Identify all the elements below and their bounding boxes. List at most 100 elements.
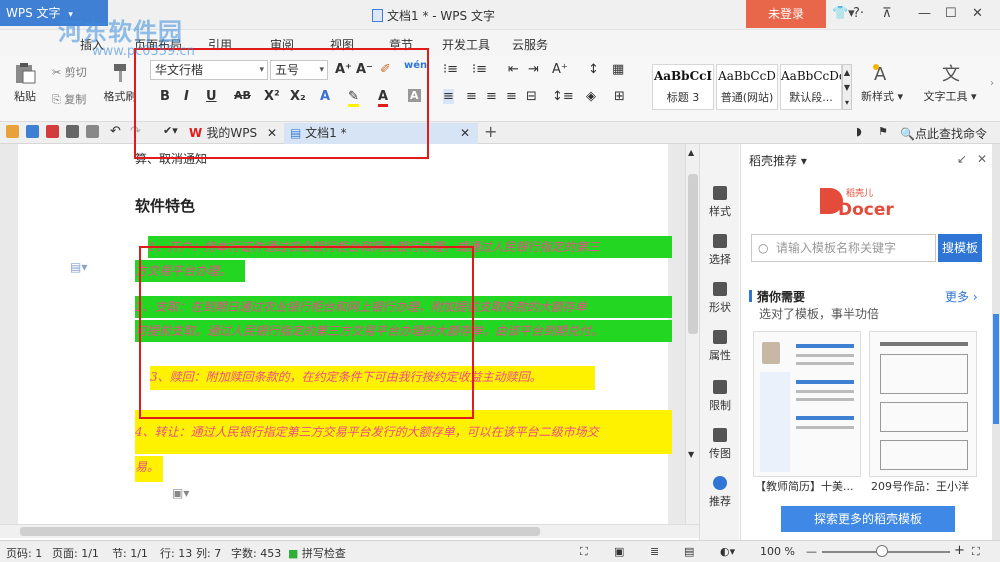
template-search-button[interactable]: 搜模板 [938,234,982,262]
paragraph-1-line-2[interactable]: 方交易平台办理。 [135,260,245,282]
template-search-input[interactable]: ○ 请输入模板名称关键字 [751,234,936,262]
table-icon[interactable]: ▦ [612,62,624,77]
char-shading-button[interactable]: A [408,89,421,102]
new-tab-icon[interactable]: + [484,122,497,141]
phonetic-guide-icon[interactable]: wén [404,60,427,71]
underline-button[interactable]: U [206,89,217,104]
login-button[interactable]: 未登录 [746,0,826,28]
close-icon[interactable]: ✕ [972,6,983,21]
sidebar-item-restrict[interactable]: 限制 [700,380,740,413]
sidebar-item-recommend[interactable]: 推荐 [700,476,740,509]
bold-button[interactable]: B [160,89,170,104]
paragraph-1-line-1[interactable]: 1、开户：持本行证件通过农业银行柜台和网上银行办理，或通过人民银行指定的第三 [148,236,672,258]
more-link[interactable]: 更多 › [945,288,978,305]
close-icon[interactable]: ✕ [267,123,277,143]
chinese-layout-icon[interactable]: A⁺ [552,62,568,77]
horizontal-scrollbar[interactable] [0,524,699,538]
shrink-font-icon[interactable]: A⁻ [356,62,373,77]
font-color-button[interactable]: A [378,89,389,107]
paste-options-icon[interactable]: ▣▾ [172,486,189,500]
tab-chapter[interactable]: 章节 [389,36,413,53]
align-left-icon[interactable]: ≡ [443,89,454,104]
paragraph-3-line-1[interactable]: 3、赎回：附加赎回条款的，在约定条件下可由我行按约定收益主动赎回。 [150,366,595,390]
save-icon[interactable] [26,125,39,138]
template-caption[interactable]: 【教师简历】十美... [755,478,863,494]
tab-cloud[interactable]: 云服务 [512,36,548,53]
italic-button[interactable]: I [184,89,189,104]
status-word-count[interactable]: 字数: 453 [231,545,281,561]
scroll-thumb[interactable] [993,314,999,424]
paragraph-2-line-1[interactable]: 2、支取：在到期日通过农业银行柜台和网上银行办理，附加提前支取条款的大额存单 [135,296,672,318]
zoom-in-icon[interactable]: + [954,543,965,558]
open-folder-icon[interactable] [6,125,19,138]
cut-button[interactable]: ✂ 剪切 [52,64,87,80]
redo-icon[interactable]: ↷ [130,124,141,139]
print-preview-icon[interactable] [86,125,99,138]
tab-view[interactable]: 视图 [330,36,354,53]
customize-toolbar-icon[interactable]: ✔▾ [163,124,178,137]
tab-review[interactable]: 审阅 [270,36,294,53]
panel-title[interactable]: 稻壳推荐 ▾ [749,152,807,169]
text-effect-icon[interactable]: A [320,89,330,104]
line-spacing-icon[interactable]: ↕≡ [552,89,574,104]
web-view-icon[interactable]: ▤ [684,545,694,558]
shirt-icon[interactable]: 👕▾ [832,6,855,21]
sidebar-item-style[interactable]: 样式 [700,186,740,219]
explore-templates-button[interactable]: 探索更多的稻壳模板 [781,506,955,532]
template-thumbnail[interactable] [753,331,861,477]
scroll-thumb[interactable] [20,527,540,536]
strikethrough-button[interactable]: AB [234,89,251,102]
page-view-icon[interactable]: ▣ [614,545,624,558]
sidebar-item-shape[interactable]: 形状 [700,282,740,315]
sidebar-item-select[interactable]: 选择 [700,234,740,267]
help-icon[interactable]: ?· [853,6,864,21]
tab-developer[interactable]: 开发工具 [442,36,490,53]
zoom-level[interactable]: 100 % [760,545,795,558]
ribbon-expand-icon[interactable]: › [990,78,994,89]
scroll-thumb[interactable] [688,174,698,334]
border-icon[interactable]: ⊞ [614,89,625,104]
zoom-out-icon[interactable]: — [806,545,817,558]
align-center-icon[interactable]: ≡ [466,89,477,104]
zoom-slider-handle[interactable] [876,545,888,557]
clear-format-icon[interactable]: ✐ [380,62,391,77]
font-name-select[interactable]: 华文行楷 ▾ [150,60,268,80]
style-gallery-scroll[interactable]: ▲ ▼ ▾ [842,64,852,110]
share-icon[interactable]: ⚑ [878,125,888,138]
style-normal-web[interactable]: AaBbCcD 普通(网站) [716,64,778,110]
scroll-down-icon[interactable]: ▼ [688,450,694,459]
copy-button[interactable]: ⎘ 复制 [52,91,86,107]
skin-icon[interactable]: ◗ [856,125,862,138]
paragraph-4-line-1[interactable]: 4、转让：通过人民银行指定第三方交易平台发行的大额存单，可以在该平台二级市场交 [135,410,672,454]
superscript-button[interactable]: X² [264,89,280,104]
spell-check-toggle[interactable]: ■ 拼写检查 [288,545,346,561]
collapse-panel-icon[interactable]: ↙ [957,152,967,166]
template-thumbnail[interactable] [869,331,977,477]
text-tools-button[interactable]: 文 文字工具 ▾ [920,62,980,104]
highlight-button[interactable]: ✎ [348,89,359,107]
fullscreen-view-icon[interactable]: ⛶ [580,545,588,559]
tab-my-wps[interactable]: W 我的WPS ✕ [183,123,283,144]
pin-icon[interactable]: ⊼ [882,6,892,21]
maximize-icon[interactable]: ☐ [945,6,957,21]
minimize-icon[interactable]: — [918,6,931,21]
sidebar-item-properties[interactable]: 属性 [700,330,740,363]
tab-document1[interactable]: ▤ 文档1 * ✕ [284,123,478,144]
style-default-paragraph[interactable]: AaBbCcDc 默认段... [780,64,842,110]
paste-button[interactable]: 粘贴 [6,62,44,104]
tab-reference[interactable]: 引用 [208,36,232,53]
sidebar-item-upload-image[interactable]: 传图 [700,428,740,461]
numbered-list-icon[interactable]: ⁝≡ [472,62,487,77]
font-size-select[interactable]: 五号 ▾ [270,60,328,80]
style-heading3[interactable]: AaBbCcI 标题 3 [652,64,714,110]
scroll-up-icon[interactable]: ▲ [688,148,694,157]
paragraph-4-line-2[interactable]: 易。 [135,456,163,482]
bullet-list-icon[interactable]: ⁝≡ [443,62,458,77]
paragraph-marker-icon[interactable]: ▤▾ [70,260,87,274]
decrease-indent-icon[interactable]: ⇤ [508,62,519,77]
grow-font-icon[interactable]: A⁺ [335,62,352,77]
sort-icon[interactable]: ↕ [588,62,599,77]
pdf-export-icon[interactable] [46,125,59,138]
increase-indent-icon[interactable]: ⇥ [528,62,539,77]
format-painter-button[interactable]: 格式刷 [100,62,140,104]
